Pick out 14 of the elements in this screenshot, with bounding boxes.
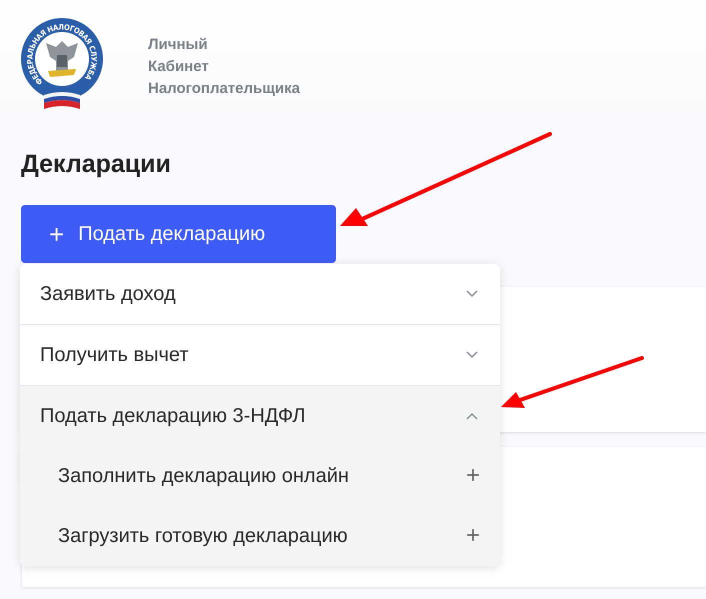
plus-icon: + <box>466 462 480 490</box>
menu-item[interactable]: Подать декларацию 3-НДФЛ <box>20 385 500 446</box>
submenu-item[interactable]: Загрузить готовую декларацию + <box>20 506 500 566</box>
page-title: Декларации <box>21 150 172 179</box>
cabinet-title: Налогоплательщика <box>148 79 300 99</box>
submenu-item[interactable]: Заполнить декларацию онлайн + <box>20 446 500 506</box>
chevron-up-icon <box>466 412 478 420</box>
cabinet-title: Личный <box>148 35 209 55</box>
chevron-down-icon <box>466 351 478 359</box>
cabinet-title: Кабинет <box>148 57 210 77</box>
submit-declaration-button[interactable]: + Подать декларацию <box>21 205 336 263</box>
chevron-down-icon <box>466 290 478 298</box>
plus-icon: + <box>466 522 480 550</box>
menu-item[interactable]: Заявить доход <box>20 264 500 324</box>
